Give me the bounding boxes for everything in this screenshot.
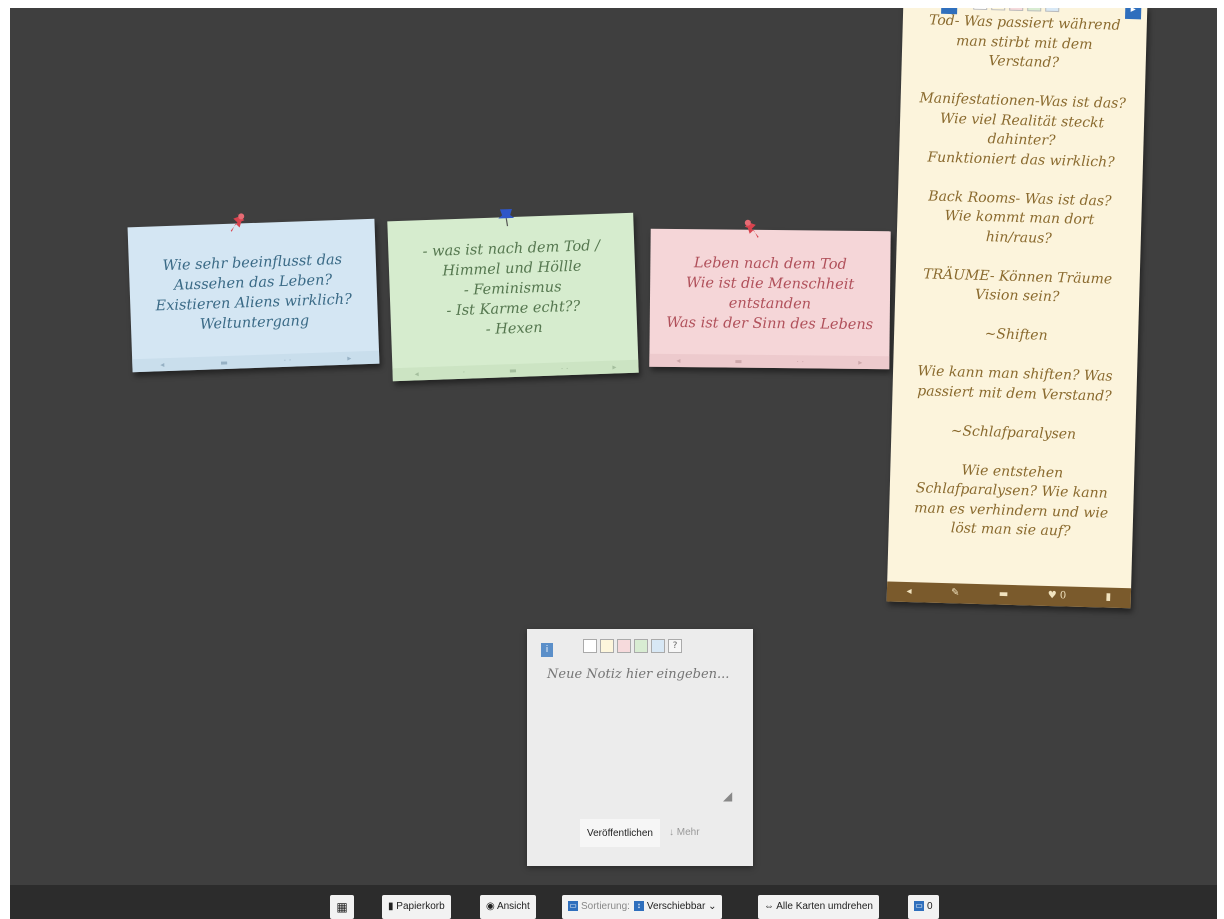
color-swatch-white[interactable] xyxy=(583,639,597,653)
like-icon[interactable]: · · xyxy=(561,362,569,375)
move-icon[interactable]: ◂ xyxy=(676,354,680,367)
edit-icon[interactable]: · xyxy=(462,366,466,379)
color-swatch[interactable] xyxy=(973,8,988,11)
bottom-toolbar: ▦ ▮ Papierkorb ◉ Ansicht ▭ Sortierung: ↕ Ve… xyxy=(10,885,1217,919)
card-count-icon: ▭ xyxy=(914,901,924,912)
counter-button[interactable]: ▭ 0 xyxy=(908,895,939,919)
move-icon[interactable]: ◂ xyxy=(414,367,418,380)
note-footer: ◂ · ▬ · · ▸ xyxy=(392,359,639,382)
note-text: Wie sehr beeinflusst das Aussehen das Le… xyxy=(155,251,353,333)
pinboard-canvas[interactable]: Wie sehr beeinflusst das Aussehen das Le… xyxy=(10,8,1217,885)
menu-icon[interactable]: ▮ xyxy=(1105,588,1111,608)
new-note-input[interactable] xyxy=(545,665,741,809)
color-swatch[interactable] xyxy=(1009,8,1024,12)
comment-icon[interactable]: ▬ xyxy=(735,355,743,368)
like-count[interactable]: ♥ 0 xyxy=(1047,586,1067,607)
note-text: - was ist nach dem Tod / Himmel und Höll… xyxy=(422,237,601,338)
flip-all-cards-button[interactable]: ⇔ Alle Karten umdrehen xyxy=(758,895,879,919)
note-card[interactable]: Leben nach dem Tod Wie ist die Menschhei… xyxy=(649,219,891,370)
publish-button[interactable]: Veröffentlichen xyxy=(580,819,660,847)
move-icon[interactable]: ◂ xyxy=(906,582,912,602)
red-pushpin-icon xyxy=(738,218,760,240)
comment-icon[interactable]: ▬ xyxy=(509,364,517,377)
red-pushpin-icon xyxy=(229,211,252,234)
note-text: Leben nach dem Tod Wie ist die Menschhei… xyxy=(666,255,874,334)
more-button[interactable]: ↓ Mehr xyxy=(669,819,700,847)
flip-label: Alle Karten umdrehen xyxy=(776,901,873,912)
sort-label: Sortierung: xyxy=(581,901,630,912)
trash-label: Papierkorb xyxy=(396,901,445,912)
color-picker: ? xyxy=(583,639,682,653)
note-footer: ◂ ✎ ▬ ♥ 0 ▮ xyxy=(886,581,1132,609)
note-footer: ◂ ▬ · · ▸ xyxy=(132,350,380,373)
sort-dropdown[interactable]: ▭ Sortierung: ↕ Verschiebbar ⌄ xyxy=(562,895,723,919)
note-card[interactable]: - was ist nach dem Tod / Himmel und Höll… xyxy=(387,208,639,382)
eye-icon: ◉ xyxy=(486,901,497,912)
pencil-icon[interactable]: ✎ xyxy=(951,583,960,603)
move-mode-icon: ↕ xyxy=(633,901,644,912)
like-icon[interactable]: · · xyxy=(283,354,292,367)
menu-icon[interactable]: ▸ xyxy=(612,360,616,373)
note-card[interactable]: Wie sehr beeinflusst das Aussehen das Le… xyxy=(127,213,380,373)
flip-icon: ⇔ xyxy=(764,901,777,912)
view-button[interactable]: ◉ Ansicht xyxy=(480,895,536,919)
qr-code-button[interactable]: ▦ xyxy=(330,895,354,919)
new-note-composer: i ? ◢ Veröffentlichen ↓ Mehr xyxy=(527,629,753,866)
note-text: Tod- Was passiert während man stirbt mit… xyxy=(914,12,1127,540)
trash-button[interactable]: ▮ Papierkorb xyxy=(382,895,451,919)
chevron-down-icon: ⌄ xyxy=(708,901,717,912)
menu-icon[interactable]: ▸ xyxy=(347,352,351,365)
move-icon[interactable]: ◂ xyxy=(160,358,164,371)
color-swatch-blue[interactable] xyxy=(651,639,665,653)
view-label: Ansicht xyxy=(496,901,530,912)
color-swatch[interactable] xyxy=(1045,8,1060,13)
note-footer: ◂ ▬ · · ▸ xyxy=(649,353,890,370)
comment-icon[interactable]: ▬ xyxy=(220,356,228,369)
like-icon[interactable]: · · xyxy=(796,355,804,368)
info-icon[interactable]: i xyxy=(541,643,553,657)
blue-pushpin-icon xyxy=(495,205,518,228)
comment-icon[interactable]: ▬ xyxy=(999,585,1009,605)
note-card-selected[interactable]: i ▸ Tod- Was passiert während man stirbt… xyxy=(886,8,1148,609)
card-count: 0 xyxy=(927,901,933,912)
color-swatch[interactable] xyxy=(991,8,1006,11)
sort-icon: ▭ xyxy=(568,901,578,912)
menu-icon[interactable]: ▸ xyxy=(858,356,862,369)
color-swatch[interactable] xyxy=(1027,8,1042,12)
resize-grip-icon[interactable]: ◢ xyxy=(723,789,732,803)
color-help-button[interactable]: ? xyxy=(668,639,682,653)
color-swatch-yellow[interactable] xyxy=(600,639,614,653)
color-swatch-green[interactable] xyxy=(634,639,648,653)
sort-value: Verschiebbar xyxy=(646,901,706,912)
color-swatch-pink[interactable] xyxy=(617,639,631,653)
